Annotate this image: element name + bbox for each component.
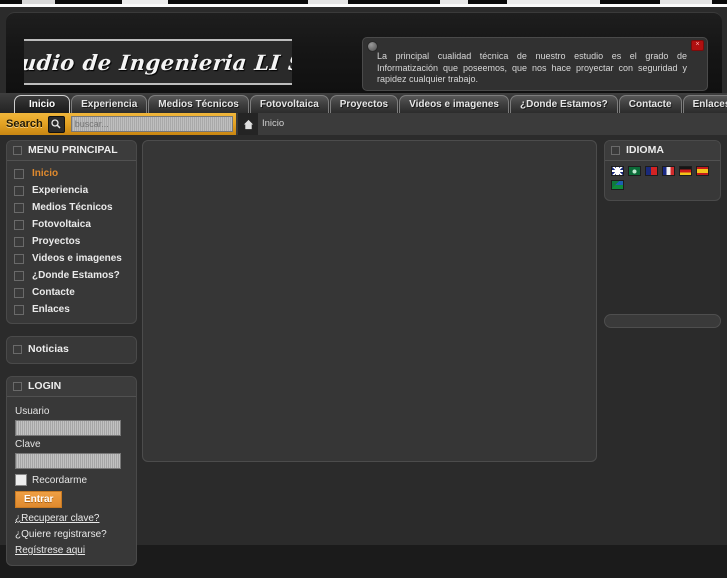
tab-fotovoltaica[interactable]: Fotovoltaica	[249, 95, 329, 113]
module-menu-principal-body: Inicio Experiencia Medios Técnicos Fotov…	[7, 161, 136, 323]
remember-me-label: Recordarme	[32, 474, 88, 486]
module-login-header: LOGIN	[7, 377, 136, 397]
tab-enlaces[interactable]: Enlaces	[682, 95, 727, 113]
content-area: MENU PRINCIPAL Inicio Experiencia Medios…	[0, 135, 727, 566]
module-noticias-title: Noticias	[28, 343, 69, 355]
module-login: LOGIN Usuario Clave Recordarme Entrar ¿R…	[6, 376, 137, 566]
module-noticias-header[interactable]: Noticias	[7, 337, 136, 362]
page-frame: Estudio de Ingenieria LI S.L. × La princ…	[0, 7, 727, 566]
module-empty-bar	[604, 314, 721, 328]
flag-south-africa-icon[interactable]	[611, 180, 624, 190]
right-sidebar: IDIOMA	[604, 140, 721, 328]
square-bullet-icon	[14, 236, 24, 247]
module-menu-principal-title: MENU PRINCIPAL	[28, 144, 118, 156]
sidebar-item-label: Medios Técnicos	[32, 202, 113, 213]
sidebar-item-proyectos[interactable]: Proyectos	[7, 233, 136, 250]
login-submit-button[interactable]: Entrar	[15, 491, 63, 508]
square-bullet-icon	[13, 382, 22, 391]
login-form: Usuario Clave Recordarme Entrar ¿Recuper…	[7, 397, 136, 565]
sidebar-item-contacte[interactable]: Contacte	[7, 284, 136, 301]
flag-taiwan-icon[interactable]	[645, 166, 658, 176]
breadcrumb: Inicio	[262, 118, 285, 129]
module-noticias: Noticias	[6, 336, 137, 364]
register-link[interactable]: Regístrese aqui	[15, 545, 128, 556]
square-bullet-icon	[611, 146, 620, 155]
sidebar-item-label: Experiencia	[32, 185, 89, 196]
remember-me-row[interactable]: Recordarme	[15, 474, 128, 486]
flag-spain-icon[interactable]	[696, 166, 709, 176]
sidebar-item-videos-e-imagenes[interactable]: Videos e imagenes	[7, 250, 136, 267]
flag-saudi-arabia-icon[interactable]	[628, 166, 641, 176]
close-icon[interactable]: ×	[691, 40, 704, 51]
tab-donde-estamos[interactable]: ¿Donde Estamos?	[509, 95, 618, 113]
sidebar-item-label: Fotovoltaica	[32, 219, 91, 230]
tab-videos-e-imagenes[interactable]: Videos e imagenes	[399, 95, 509, 113]
square-bullet-icon	[13, 146, 22, 155]
sidebar-item-label: Contacte	[32, 287, 75, 298]
main-navigation: Inicio Experiencia Medios Técnicos Fotov…	[0, 93, 727, 113]
search-zone: Search	[0, 113, 236, 135]
home-icon[interactable]	[238, 113, 258, 135]
language-flag-list	[605, 161, 715, 200]
tab-medios-tecnicos[interactable]: Medios Técnicos	[148, 95, 249, 113]
sidebar-item-enlaces[interactable]: Enlaces	[7, 301, 136, 318]
square-bullet-icon	[14, 168, 24, 179]
square-bullet-icon	[14, 304, 24, 315]
module-menu-principal-header: MENU PRINCIPAL	[7, 141, 136, 161]
module-idioma-header: IDIOMA	[605, 141, 720, 161]
username-label: Usuario	[15, 406, 50, 417]
flag-uk-icon[interactable]	[611, 166, 624, 176]
square-bullet-icon	[14, 202, 24, 213]
sidebar-item-experiencia[interactable]: Experiencia	[7, 182, 136, 199]
tab-experiencia[interactable]: Experiencia	[71, 95, 148, 113]
notice-box: × La principal cualidad técnica de nuest…	[362, 37, 708, 91]
notice-text: La principal cualidad técnica de nuestro…	[377, 51, 687, 84]
search-bar: Search Inicio	[0, 113, 727, 135]
username-field[interactable]	[15, 420, 121, 436]
sidebar-item-label: Videos e imagenes	[32, 253, 122, 264]
square-bullet-icon	[14, 270, 24, 281]
square-bullet-icon	[13, 345, 22, 354]
module-idioma: IDIOMA	[604, 140, 721, 201]
sidebar-item-label: ¿Donde Estamos?	[32, 270, 120, 281]
flag-germany-icon[interactable]	[679, 166, 692, 176]
sidebar-item-medios-tecnicos[interactable]: Medios Técnicos	[7, 199, 136, 216]
tab-proyectos[interactable]: Proyectos	[329, 95, 399, 113]
remember-me-checkbox[interactable]	[15, 474, 27, 486]
search-label: Search	[6, 118, 43, 130]
password-field[interactable]	[15, 453, 121, 469]
sidebar-item-label: Enlaces	[32, 304, 70, 315]
left-sidebar: MENU PRINCIPAL Inicio Experiencia Medios…	[6, 140, 137, 578]
search-input[interactable]	[70, 116, 233, 132]
tab-inicio[interactable]: Inicio	[14, 95, 71, 113]
sidebar-item-donde-estamos[interactable]: ¿Donde Estamos?	[7, 267, 136, 284]
sidebar-item-fotovoltaica[interactable]: Fotovoltaica	[7, 216, 136, 233]
module-menu-principal: MENU PRINCIPAL Inicio Experiencia Medios…	[6, 140, 137, 324]
site-logo-text: Estudio de Ingenieria LI S.L.	[24, 49, 292, 75]
square-bullet-icon	[14, 287, 24, 298]
magnifier-icon[interactable]	[47, 115, 65, 133]
square-bullet-icon	[14, 219, 24, 230]
register-question-text: ¿Quiere registrarse?	[15, 529, 107, 540]
sidebar-item-label: Proyectos	[32, 236, 81, 247]
password-label: Clave	[15, 439, 41, 450]
recover-password-link[interactable]: ¿Recuperar clave?	[15, 513, 128, 524]
main-content-panel	[142, 140, 597, 462]
square-bullet-icon	[14, 185, 24, 196]
module-idioma-title: IDIOMA	[626, 144, 664, 156]
square-bullet-icon	[14, 253, 24, 264]
site-header: Estudio de Ingenieria LI S.L. × La princ…	[6, 12, 722, 93]
sidebar-item-label: Inicio	[32, 168, 59, 179]
module-login-title: LOGIN	[28, 380, 62, 392]
site-logo[interactable]: Estudio de Ingenieria LI S.L.	[24, 39, 292, 85]
sidebar-item-inicio[interactable]: Inicio	[7, 165, 136, 182]
tab-contacte[interactable]: Contacte	[618, 95, 682, 113]
flag-france-icon[interactable]	[662, 166, 675, 176]
